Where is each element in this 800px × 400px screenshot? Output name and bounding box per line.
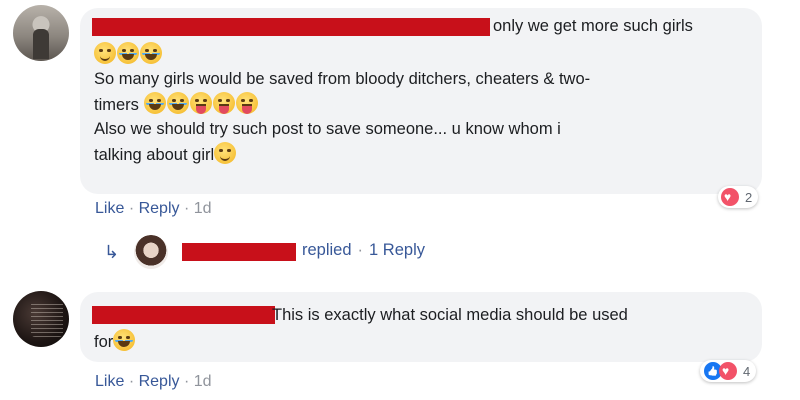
separator: · [183,200,190,217]
comment-text-line: Also we should try such post to save som… [94,120,561,138]
wink-emoji-icon [94,42,116,64]
reply-link[interactable]: Reply [139,200,180,217]
tears-of-joy-emoji-icon [140,42,162,64]
commenter-avatar[interactable] [13,291,69,347]
comment-text-line: only we get more such girls [493,17,693,35]
redacted-name [92,306,275,324]
reply-arrow-icon: ↳ [104,241,120,262]
replied-label: replied [302,241,352,259]
commenter-avatar[interactable] [13,5,69,61]
separator: · [128,200,135,217]
like-link[interactable]: Like [95,373,124,390]
reaction-summary[interactable]: 4 [700,360,757,382]
reaction-summary[interactable]: 2 [718,186,759,208]
separator: · [183,373,190,390]
comment-bubble: This is exactly what social media should… [80,292,762,362]
comment-text-line: So many girls would be saved from bloody… [94,70,591,88]
replies-summary-text[interactable]: replied · 1 Reply [302,241,425,260]
love-reaction-icon [721,188,739,206]
comment-text-line: timers [94,92,259,118]
timestamp[interactable]: 1d [194,200,212,217]
comment-text: timers [94,96,139,114]
tears-of-joy-emoji-icon [113,329,136,351]
tears-of-joy-emoji-icon [143,92,166,114]
timestamp[interactable]: 1d [194,373,212,390]
tears-of-joy-emoji-icon [117,42,139,64]
wink-emoji-icon [214,142,237,164]
view-replies-link[interactable]: ↳ [104,238,155,266]
reply-count: 1 Reply [369,241,425,259]
comment-text-line: talking about girl [94,142,237,168]
emoji-row [94,42,163,68]
tongue-out-emoji-icon [212,92,235,114]
love-reaction-icon [719,362,737,380]
like-link[interactable]: Like [95,200,124,217]
tongue-out-emoji-icon [235,92,258,114]
tears-of-joy-emoji-icon [166,92,189,114]
comment-text: for [94,333,114,351]
comment-actions: Like · Reply · 1d [95,373,212,391]
tongue-out-emoji-icon [189,92,212,114]
comment-text: talking about girl [94,146,215,164]
redacted-name [182,243,296,261]
comment-actions: Like · Reply · 1d [95,200,212,218]
comment-bubble: only we get more such girls So many girl… [80,8,762,194]
comment-text-line: for [94,329,136,355]
separator: · [128,373,135,390]
separator: · [357,241,364,259]
reply-link[interactable]: Reply [139,373,180,390]
redacted-name [92,18,490,36]
reaction-count: 2 [745,189,753,205]
reaction-count: 4 [743,363,751,379]
comment-text-line: This is exactly what social media should… [272,306,628,324]
